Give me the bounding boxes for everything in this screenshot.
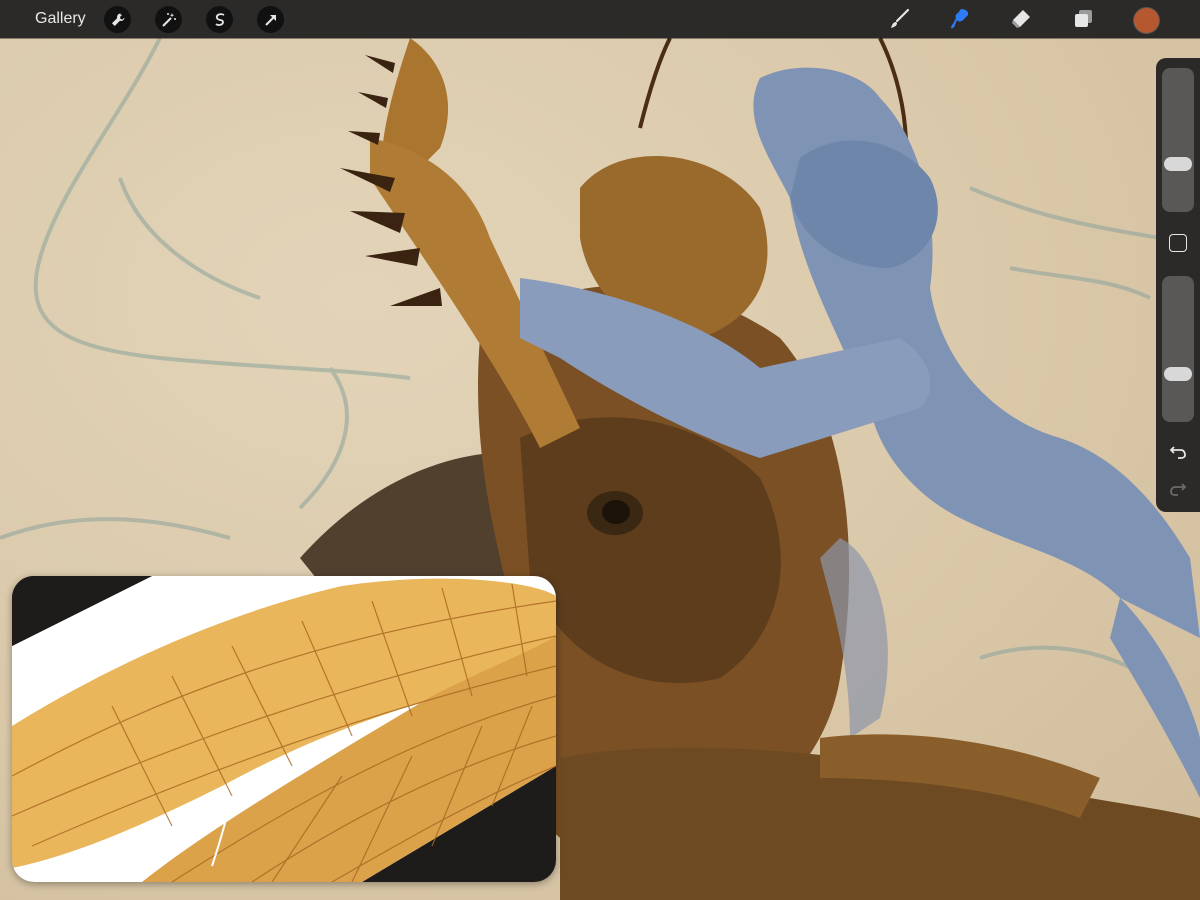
redo-icon: [1170, 483, 1187, 496]
layers-tool[interactable]: [1070, 6, 1096, 32]
selection-s-icon: [214, 12, 224, 26]
top-toolbar: Gallery: [0, 0, 1200, 38]
eraser-icon: [1012, 10, 1030, 28]
brush-size-slider[interactable]: [1162, 68, 1194, 212]
eraser-tool[interactable]: [1008, 6, 1034, 32]
brush-size-thumb[interactable]: [1164, 157, 1192, 171]
opacity-slider[interactable]: [1162, 276, 1194, 422]
undo-button[interactable]: [1166, 441, 1190, 463]
layers-icon: [1075, 10, 1092, 27]
adjustments-button[interactable]: [155, 6, 182, 33]
gallery-button[interactable]: Gallery: [35, 10, 86, 28]
opacity-thumb[interactable]: [1164, 367, 1192, 381]
smudge-tool[interactable]: [947, 6, 973, 32]
smudge-icon: [951, 9, 969, 29]
antenna-left: [638, 38, 672, 129]
reference-drag-handle[interactable]: [274, 579, 314, 583]
redo-button[interactable]: [1166, 478, 1190, 500]
transform-button[interactable]: [257, 6, 284, 33]
selection-button[interactable]: [206, 6, 233, 33]
reference-window[interactable]: [12, 576, 556, 882]
transform-arrow-icon: [264, 14, 276, 26]
brush-icon: [891, 8, 910, 28]
wrench-icon: [111, 13, 124, 26]
actions-button[interactable]: [104, 6, 131, 33]
reference-image: [12, 576, 556, 882]
insect-eye-pupil: [602, 500, 630, 524]
side-toolbar: [1156, 58, 1200, 512]
brush-tool[interactable]: [887, 6, 913, 32]
undo-icon: [1169, 446, 1186, 459]
modify-button[interactable]: [1169, 234, 1187, 252]
color-swatch-button[interactable]: [1133, 7, 1160, 34]
magic-wand-icon: [161, 12, 176, 27]
